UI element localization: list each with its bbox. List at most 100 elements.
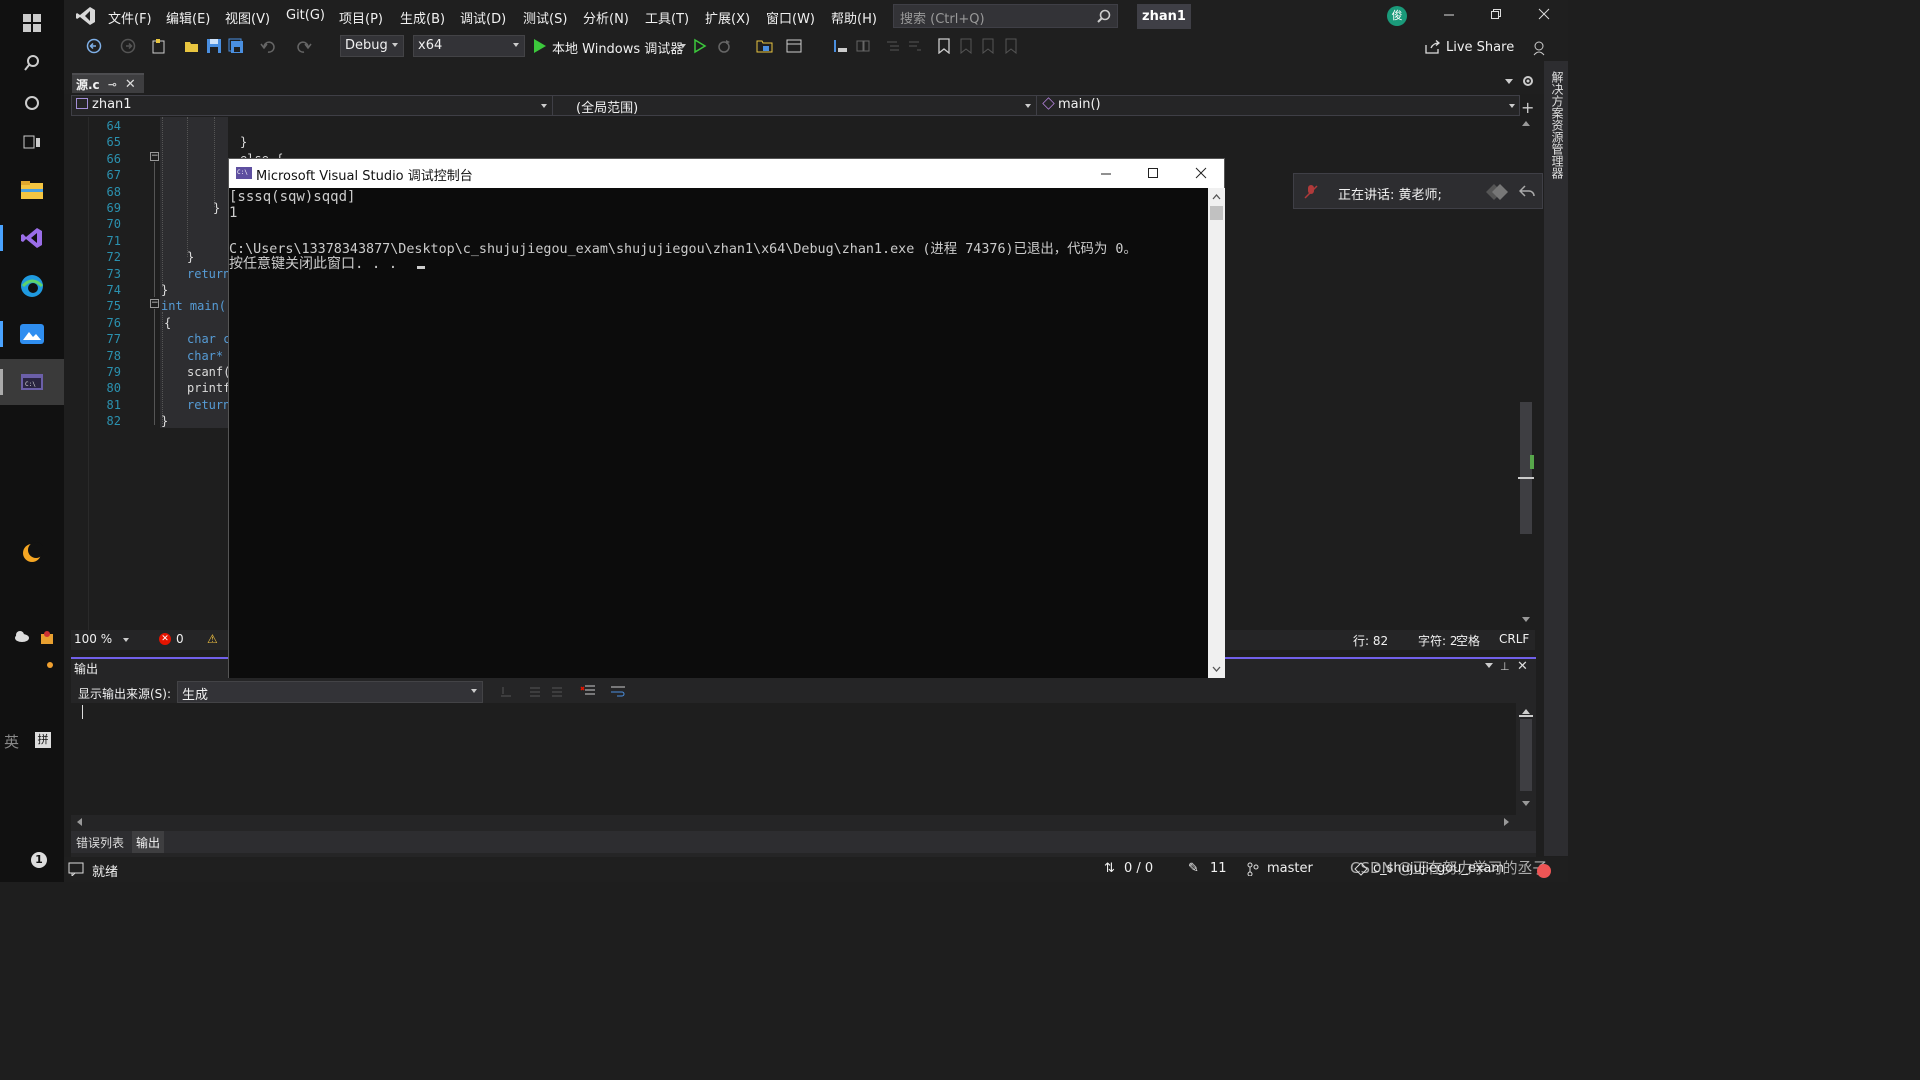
tray-app-icon[interactable] xyxy=(39,630,55,646)
collapse-region-icon[interactable]: − xyxy=(150,152,159,161)
photos-icon[interactable] xyxy=(0,311,64,357)
start-debugging-icon[interactable] xyxy=(533,38,547,54)
tab-list-dropdown-icon[interactable] xyxy=(1505,79,1513,84)
tab-error-list[interactable]: 错误列表 xyxy=(76,834,124,851)
word-wrap-icon[interactable] xyxy=(610,684,626,698)
scroll-right-arrow-icon[interactable] xyxy=(1504,818,1509,826)
next-bookmark-icon[interactable] xyxy=(981,38,995,54)
restore-icon[interactable] xyxy=(1490,8,1502,20)
menu-view[interactable]: 视图(V) xyxy=(225,8,270,27)
clear-bookmarks-icon[interactable] xyxy=(1004,38,1018,54)
previous-message-icon[interactable] xyxy=(528,684,542,698)
menu-project[interactable]: 项目(P) xyxy=(339,8,383,27)
solution-explorer-side-tab[interactable]: 解决方案资源管理器 xyxy=(1548,71,1564,179)
error-icon[interactable]: ✕ xyxy=(159,633,171,645)
zoom-level[interactable]: 100 % xyxy=(74,632,112,646)
console-minimize-icon[interactable] xyxy=(1100,168,1112,180)
live-share-button[interactable]: Live Share xyxy=(1446,40,1514,55)
line-ending[interactable]: CRLF xyxy=(1499,632,1529,646)
menu-edit[interactable]: 编辑(E) xyxy=(166,8,210,27)
minimize-icon[interactable] xyxy=(1443,8,1455,20)
live-share-icon[interactable] xyxy=(1425,40,1441,54)
cursor-line[interactable]: 行: 82 xyxy=(1353,632,1388,649)
search-icon[interactable] xyxy=(1097,9,1111,23)
file-explorer-icon[interactable] xyxy=(0,167,64,213)
edit-count[interactable]: 11 xyxy=(1210,861,1227,876)
ime-language-indicator[interactable]: 英 xyxy=(4,731,19,752)
feedback-icon[interactable] xyxy=(1531,40,1547,56)
save-icon[interactable] xyxy=(206,38,222,54)
warning-icon[interactable]: ⚠ xyxy=(207,632,218,646)
collapse-region-icon[interactable]: − xyxy=(150,299,159,308)
split-editor-icon[interactable]: + xyxy=(1521,98,1534,117)
console-output[interactable]: [sssq(sqw)sqqd] 1 C:\Users\13378343877\D… xyxy=(229,188,1208,678)
git-branch-icon[interactable] xyxy=(1247,862,1259,876)
console-close-icon[interactable] xyxy=(1195,167,1207,179)
pane-options-icon[interactable] xyxy=(1485,663,1493,668)
open-file-icon[interactable] xyxy=(184,38,200,54)
scroll-up-arrow-icon[interactable] xyxy=(1522,709,1530,714)
error-count[interactable]: 0 xyxy=(176,632,184,646)
scope-dropdown[interactable]: (全局范围) xyxy=(556,96,1037,116)
menu-git[interactable]: Git(G) xyxy=(286,8,325,23)
reply-icon[interactable] xyxy=(1519,183,1535,199)
scroll-up-arrow-icon[interactable] xyxy=(1212,194,1221,200)
uncomment-lines-icon[interactable] xyxy=(907,38,923,54)
settings-gear-icon[interactable] xyxy=(1522,75,1534,87)
scrollbar-thumb[interactable] xyxy=(1210,206,1223,220)
menu-file[interactable]: 文件(F) xyxy=(108,8,152,27)
search-box[interactable]: 搜索 (Ctrl+Q) xyxy=(893,4,1118,28)
menu-analyze[interactable]: 分析(N) xyxy=(583,8,629,27)
menu-help[interactable]: 帮助(H) xyxy=(831,8,877,27)
microphone-muted-icon[interactable] xyxy=(1304,184,1318,200)
user-avatar[interactable]: 俊 xyxy=(1387,6,1407,26)
comment-lines-icon[interactable] xyxy=(885,38,901,54)
output-vertical-scrollbar[interactable] xyxy=(1518,707,1534,817)
output-horizontal-scrollbar[interactable] xyxy=(71,815,1516,829)
bookmark-icon[interactable] xyxy=(937,38,951,54)
chevron-down-icon[interactable] xyxy=(123,638,129,642)
cursor-column[interactable]: 字符: 2 xyxy=(1418,632,1458,649)
menu-debug[interactable]: 调试(D) xyxy=(460,8,506,27)
previous-bookmark-icon[interactable] xyxy=(959,38,973,54)
output-text-area[interactable] xyxy=(71,703,1533,815)
start-without-debugging-icon[interactable] xyxy=(693,38,707,54)
solution-platform-select[interactable]: x64 xyxy=(413,35,525,57)
notification-bell-icon[interactable] xyxy=(1537,864,1551,878)
pin-tab-icon[interactable]: ⊸ xyxy=(108,78,117,91)
close-icon[interactable] xyxy=(1538,8,1550,20)
solution-configuration-select[interactable]: Debug xyxy=(340,35,404,57)
weather-icon[interactable] xyxy=(14,630,30,642)
browse-folder-icon[interactable] xyxy=(756,38,774,54)
indent-mode[interactable]: 空格 xyxy=(1456,632,1480,649)
notification-count-badge[interactable]: 1 xyxy=(31,852,47,868)
redo-icon[interactable] xyxy=(296,38,312,54)
debug-target-dropdown-icon[interactable] xyxy=(680,44,686,48)
start-debugging-button[interactable]: 本地 Windows 调试器 xyxy=(552,38,683,57)
project-dropdown[interactable]: zhan1 xyxy=(72,96,553,115)
member-dropdown[interactable]: main() xyxy=(1039,96,1520,115)
close-tab-icon[interactable]: ✕ xyxy=(125,77,136,92)
output-source-select[interactable]: 生成 xyxy=(177,681,483,703)
next-message-icon[interactable] xyxy=(550,684,564,698)
menu-tools[interactable]: 工具(T) xyxy=(645,8,689,27)
undo-icon[interactable] xyxy=(260,38,276,54)
scroll-down-arrow-icon[interactable] xyxy=(1522,801,1530,806)
menu-build[interactable]: 生成(B) xyxy=(400,8,445,27)
scrollbar-thumb[interactable] xyxy=(1520,719,1532,791)
git-branch[interactable]: master xyxy=(1267,861,1313,876)
edge-icon[interactable] xyxy=(0,263,64,309)
pin-pane-icon[interactable]: ⊥ xyxy=(1500,660,1510,673)
step-over-icon[interactable] xyxy=(855,38,871,54)
navigate-back-icon[interactable] xyxy=(86,38,102,54)
window-layout-icon[interactable] xyxy=(786,38,802,54)
close-pane-icon[interactable]: ✕ xyxy=(1517,659,1528,674)
menu-test[interactable]: 测试(S) xyxy=(523,8,567,27)
menu-window[interactable]: 窗口(W) xyxy=(766,8,815,27)
save-all-icon[interactable] xyxy=(228,38,244,54)
tab-source-file[interactable]: 源.c ⊸ ✕ xyxy=(72,73,144,93)
pending-changes-icon[interactable]: ⇅ xyxy=(1104,861,1115,876)
navigate-forward-icon[interactable] xyxy=(120,38,136,54)
night-light-icon[interactable] xyxy=(0,530,64,576)
new-project-icon[interactable] xyxy=(151,38,167,54)
